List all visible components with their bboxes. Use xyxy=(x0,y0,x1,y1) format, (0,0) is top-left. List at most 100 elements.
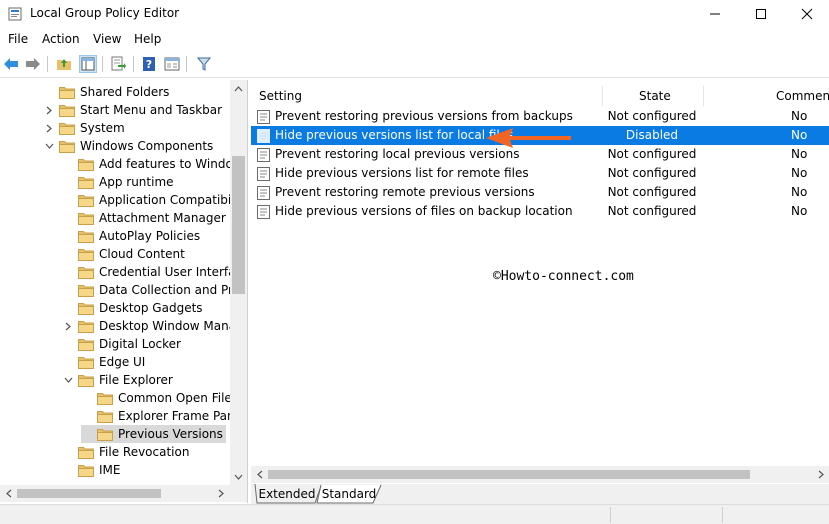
chevron-right-icon[interactable] xyxy=(46,124,52,133)
folder-icon xyxy=(59,122,75,135)
tree-item[interactable]: System xyxy=(43,119,125,137)
minimize-icon xyxy=(710,13,720,15)
tree-item[interactable]: IME xyxy=(62,461,120,479)
scroll-right-button[interactable] xyxy=(212,485,229,502)
help-button[interactable]: ? xyxy=(140,55,158,73)
tree-item[interactable]: Start Menu and Taskbar xyxy=(43,101,222,119)
folder-icon-wrap xyxy=(97,410,113,423)
folder-icon-wrap xyxy=(59,86,75,99)
chevron-left-icon xyxy=(256,470,262,479)
folder-icon xyxy=(78,230,94,243)
policy-name: Prevent restoring previous versions from… xyxy=(275,109,573,123)
folder-icon xyxy=(59,86,75,99)
column-header-setting[interactable]: Setting xyxy=(259,84,302,108)
minimize-button[interactable] xyxy=(692,0,738,28)
tree-item[interactable]: Windows Components xyxy=(43,137,213,155)
chevron-down-icon[interactable] xyxy=(64,377,73,383)
column-header-state[interactable]: State xyxy=(639,84,671,108)
forward-button[interactable] xyxy=(24,55,42,73)
tree-item-label: Shared Folders xyxy=(80,85,170,99)
column-divider[interactable] xyxy=(602,86,603,106)
title-bar: Local Group Policy Editor xyxy=(0,0,829,28)
tree-item[interactable]: Cloud Content xyxy=(62,245,185,263)
back-button[interactable] xyxy=(2,55,20,73)
folder-icon xyxy=(78,374,94,387)
scroll-up-button[interactable] xyxy=(230,80,247,97)
tree-expander[interactable] xyxy=(43,106,55,115)
column-divider[interactable] xyxy=(703,86,704,106)
policy-row[interactable]: Prevent restoring previous versions from… xyxy=(251,107,829,126)
tree-vertical-scrollbar[interactable] xyxy=(230,80,247,485)
tree-expander[interactable] xyxy=(62,322,74,331)
tree-item[interactable]: Previous Versions xyxy=(81,425,226,443)
policy-comment: No xyxy=(791,128,808,142)
scroll-right-button[interactable] xyxy=(812,466,829,483)
tree-item[interactable]: Credential User Interface xyxy=(62,263,247,281)
folder-icon xyxy=(97,428,113,441)
tree-item[interactable]: Data Collection and Prev xyxy=(62,281,247,299)
folder-icon-wrap xyxy=(59,104,75,117)
tree-item[interactable]: Application Compatibilit xyxy=(62,191,243,209)
policy-row[interactable]: Prevent restoring remote previous versio… xyxy=(251,183,829,202)
tree-item[interactable]: Edge UI xyxy=(62,353,145,371)
menu-help[interactable]: Help xyxy=(134,32,161,46)
show-hide-tree-button[interactable] xyxy=(79,55,97,73)
tree-expander[interactable] xyxy=(43,143,55,149)
folder-icon-wrap xyxy=(78,230,94,243)
menu-view[interactable]: View xyxy=(93,32,121,46)
filter-button[interactable] xyxy=(195,55,213,73)
list-horizontal-scrollbar[interactable] xyxy=(251,466,829,483)
policy-comment: No xyxy=(791,204,808,218)
properties-button[interactable] xyxy=(163,55,181,73)
tree-item[interactable]: Common Open File D xyxy=(81,389,245,407)
menu-action[interactable]: Action xyxy=(42,32,80,46)
policy-row[interactable]: Hide previous versions of files on backu… xyxy=(251,202,829,221)
policy-icon-wrap xyxy=(257,110,270,124)
maximize-button[interactable] xyxy=(738,0,784,28)
policy-setting-icon xyxy=(257,167,270,181)
chevron-down-icon[interactable] xyxy=(45,143,54,149)
scroll-down-button[interactable] xyxy=(230,468,247,485)
scroll-thumb[interactable] xyxy=(232,156,245,294)
tree-item[interactable]: Desktop Window Manag xyxy=(62,317,244,335)
scroll-left-button[interactable] xyxy=(0,485,17,502)
policy-comment: No xyxy=(791,185,808,199)
policy-state: Not configured xyxy=(607,166,697,180)
tab-standard[interactable]: Standard xyxy=(321,484,377,504)
tree-item[interactable]: File Explorer xyxy=(62,371,173,389)
column-header-comment[interactable]: Comment xyxy=(776,84,829,108)
chevron-right-icon[interactable] xyxy=(46,106,52,115)
tree-item[interactable]: Add features to Window xyxy=(62,155,243,173)
tree-item[interactable]: Attachment Manager xyxy=(62,209,226,227)
tree-expander[interactable] xyxy=(62,377,74,383)
scroll-thumb[interactable] xyxy=(17,489,161,498)
folder-icon-wrap xyxy=(78,212,94,225)
tree-horizontal-scrollbar[interactable] xyxy=(0,485,247,502)
up-one-level-button[interactable] xyxy=(55,55,73,73)
policy-row[interactable]: Hide previous versions list for remote f… xyxy=(251,164,829,183)
folder-icon-wrap xyxy=(78,194,94,207)
scroll-thumb[interactable] xyxy=(268,470,750,479)
tree-item[interactable]: Explorer Frame Pane xyxy=(81,407,242,425)
tree-item[interactable]: Desktop Gadgets xyxy=(62,299,203,317)
export-list-button[interactable] xyxy=(109,55,127,73)
close-button[interactable] xyxy=(784,0,829,28)
tree-item[interactable]: File Revocation xyxy=(62,443,189,461)
menu-file[interactable]: File xyxy=(8,32,28,46)
folder-icon-wrap xyxy=(78,374,94,387)
tree-item[interactable]: Shared Folders xyxy=(43,83,169,101)
tab-extended[interactable]: Extended xyxy=(259,484,316,504)
tree-expander[interactable] xyxy=(43,124,55,133)
tree-item[interactable]: AutoPlay Policies xyxy=(62,227,200,245)
tree-item[interactable]: App runtime xyxy=(62,173,174,191)
folder-icon-wrap xyxy=(78,356,94,369)
folder-icon xyxy=(78,356,94,369)
folder-icon xyxy=(78,320,94,333)
export-list-icon xyxy=(111,56,126,71)
chevron-right-icon[interactable] xyxy=(65,322,71,331)
scroll-left-button[interactable] xyxy=(251,466,268,483)
policy-setting-icon xyxy=(257,110,270,124)
folder-icon xyxy=(59,104,75,117)
tree-item[interactable]: Digital Locker xyxy=(62,335,181,353)
annotation-arrow-icon xyxy=(486,128,571,148)
